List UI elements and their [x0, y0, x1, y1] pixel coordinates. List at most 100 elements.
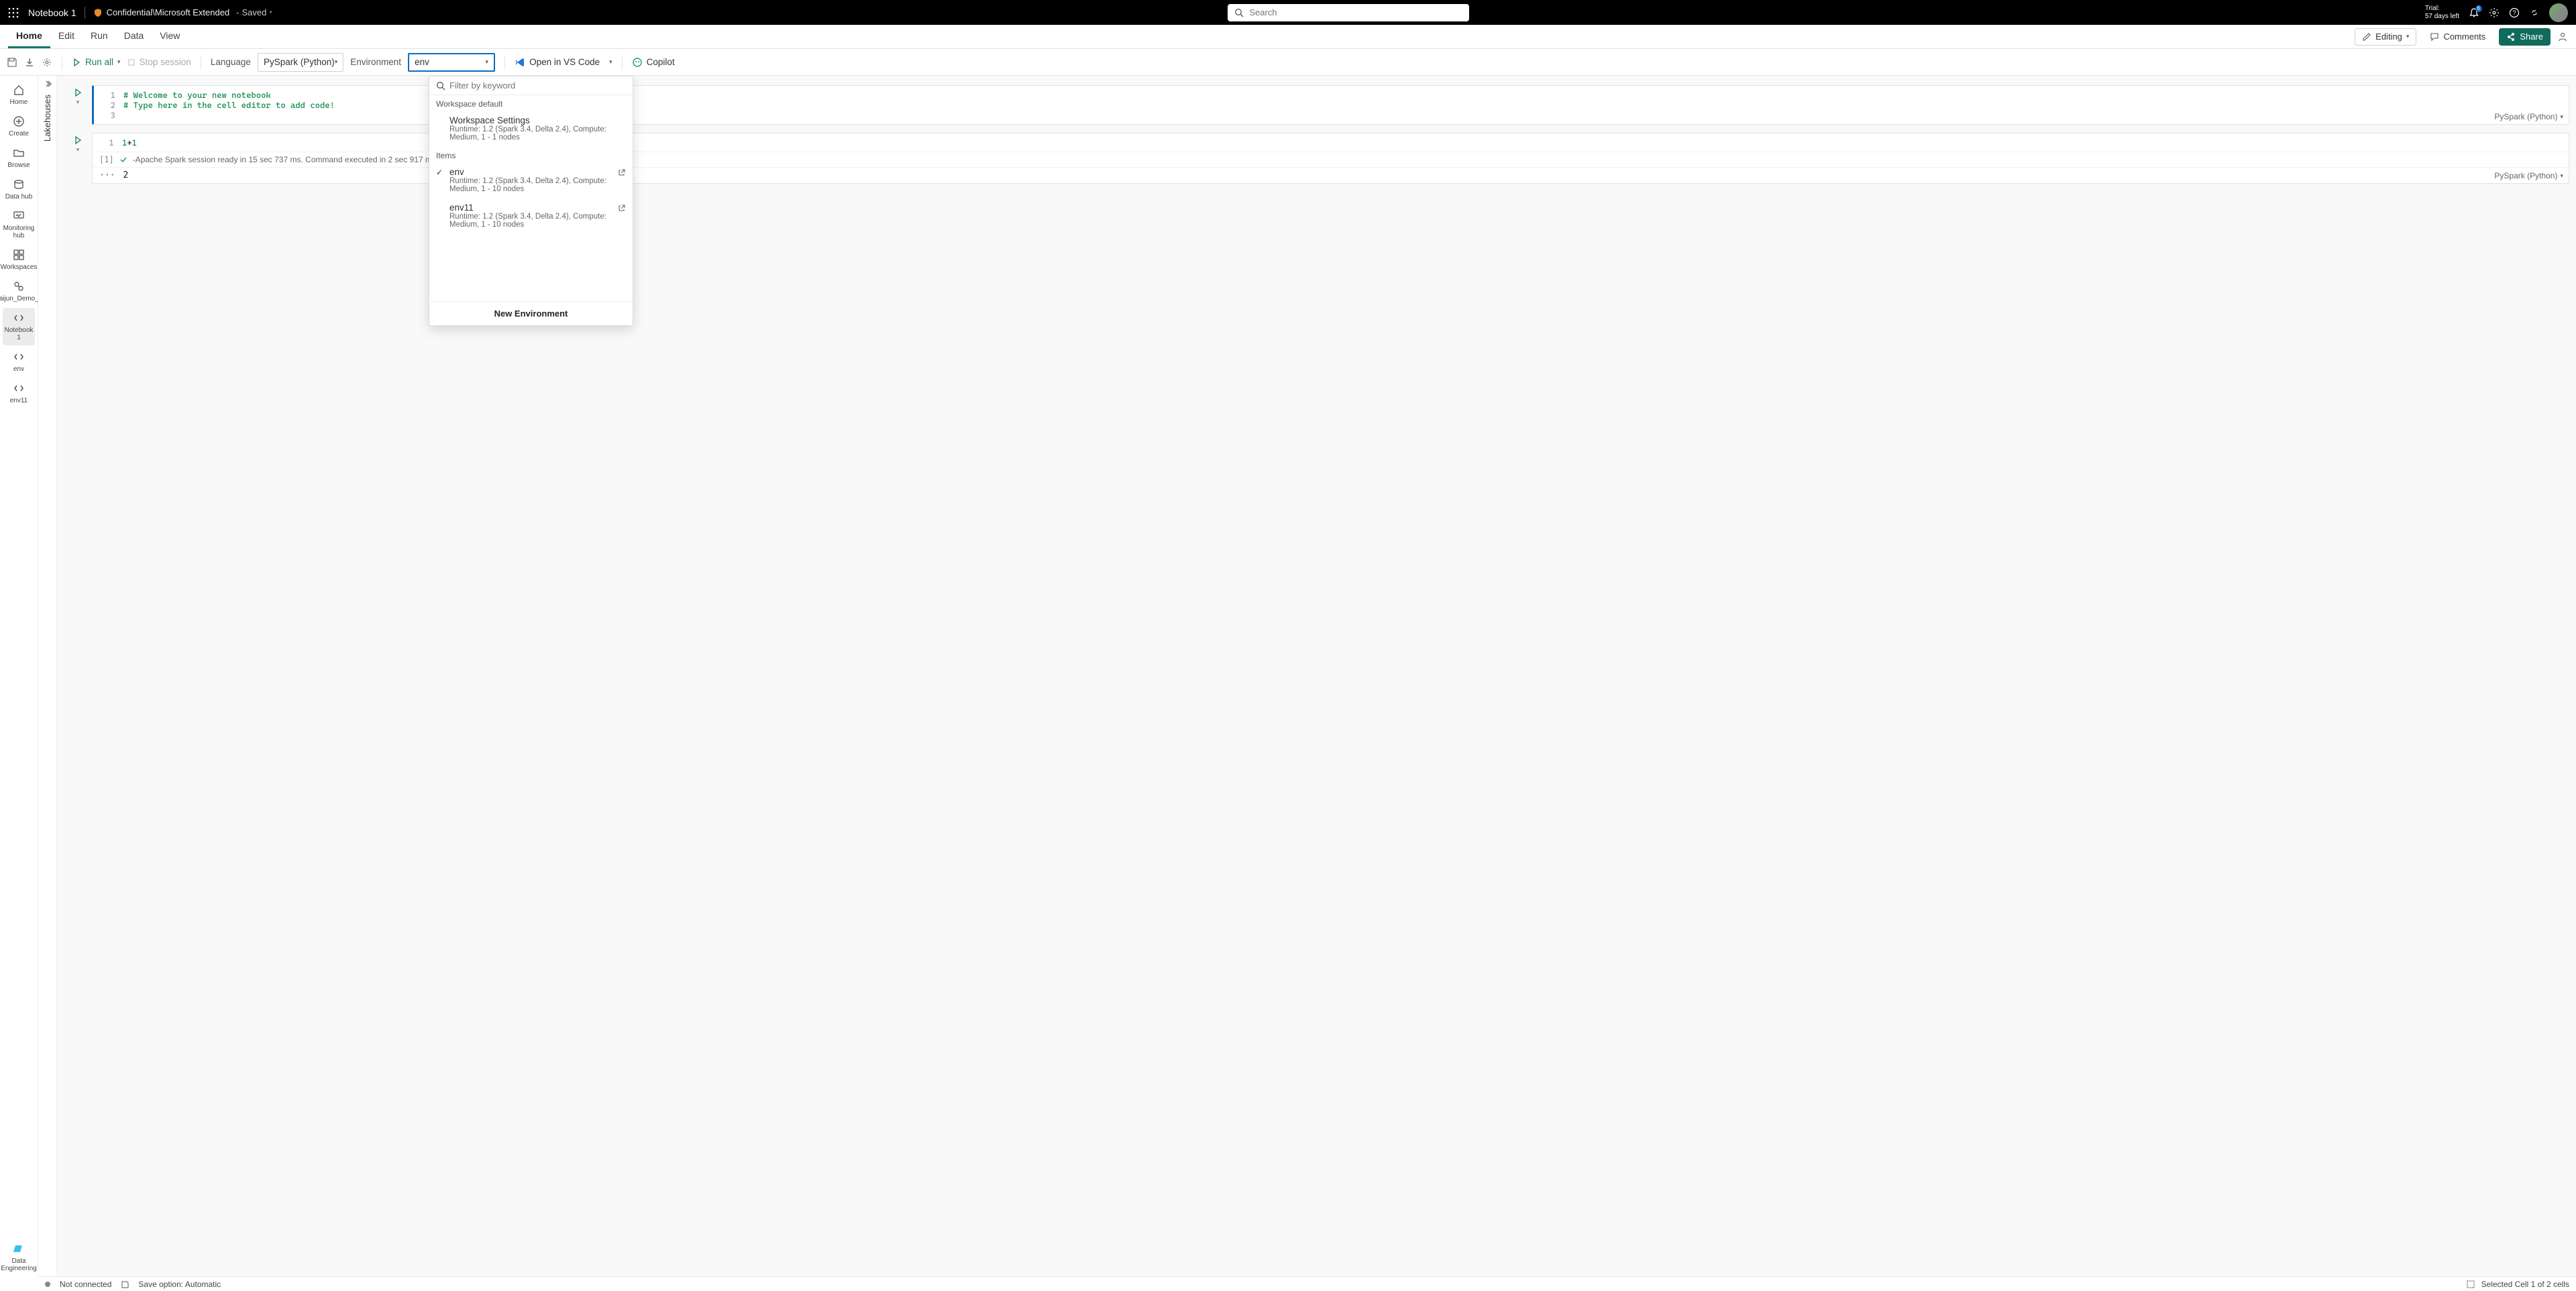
sensitivity-label[interactable]: Confidential\Microsoft Extended — [93, 7, 230, 17]
search-icon — [1234, 8, 1244, 17]
chevron-down-icon[interactable]: ▾ — [76, 146, 80, 154]
chevron-down-icon: ▾ — [335, 58, 338, 66]
execution-id: [1] — [99, 155, 114, 164]
environment-popover: Workspace default Workspace Settings Run… — [429, 76, 633, 326]
share-icon — [2506, 32, 2516, 42]
run-cell-button[interactable] — [73, 88, 83, 97]
open-external-icon[interactable] — [618, 204, 626, 212]
selection-icon — [2467, 1280, 2475, 1288]
lakehouses-panel-collapsed[interactable]: Lakehouses — [38, 76, 57, 1276]
avatar[interactable] — [2549, 3, 2568, 22]
notebook-area: M↓ ··· ▾ 1# Welcome to your new notebook… — [57, 76, 2576, 1276]
download-icon — [24, 57, 35, 68]
profile-sync-button[interactable] — [2557, 32, 2568, 42]
trial-status[interactable]: Trial: 57 days left — [2425, 5, 2459, 21]
toolbar: Run all ▾ Stop session Language PySpark … — [0, 49, 2576, 76]
save-option-status[interactable]: Save option: Automatic — [138, 1280, 221, 1289]
chevron-down-icon: ▾ — [2560, 172, 2563, 180]
open-in-vscode-button[interactable]: Open in VS Code ▾ — [515, 57, 612, 68]
rail-workspaces[interactable]: Workspaces — [3, 245, 35, 275]
open-external-icon[interactable] — [618, 168, 626, 176]
check-icon — [119, 156, 127, 164]
rail-persona[interactable]: Data Engineering — [3, 1239, 35, 1276]
help-button[interactable]: ? — [2509, 7, 2520, 18]
copilot-icon — [632, 57, 643, 68]
tab-edit[interactable]: Edit — [50, 25, 83, 48]
rail-datahub[interactable]: Data hub — [3, 174, 35, 205]
notifications-button[interactable]: 6 — [2469, 7, 2479, 18]
tab-run[interactable]: Run — [83, 25, 116, 48]
code-icon — [13, 312, 25, 324]
chevron-down-icon: ▾ — [117, 58, 121, 66]
editing-mode-button[interactable]: Editing ▾ — [2355, 28, 2416, 46]
save-icon — [121, 1280, 129, 1288]
chevron-down-icon[interactable]: ▾ — [76, 99, 80, 106]
chevron-down-icon: ▾ — [269, 9, 272, 16]
database-icon — [13, 178, 25, 190]
save-icon — [7, 57, 17, 68]
run-cell-button[interactable] — [73, 135, 83, 145]
new-environment-button[interactable]: New Environment — [429, 301, 633, 325]
env-section-default: Workspace default — [429, 95, 633, 111]
notebook-title[interactable]: Notebook 1 — [28, 7, 76, 18]
shield-icon — [93, 8, 103, 17]
lakehouses-label: Lakehouses — [42, 95, 52, 142]
comments-button[interactable]: Comments — [2423, 28, 2492, 46]
share-button[interactable]: Share — [2499, 28, 2551, 46]
rail-home[interactable]: Home — [3, 80, 35, 110]
app-launcher[interactable] — [8, 7, 19, 18]
code-icon — [13, 351, 25, 363]
rail-create[interactable]: Create — [3, 111, 35, 142]
chevron-down-icon: ▾ — [2406, 33, 2410, 40]
output-more-button[interactable]: ··· — [99, 170, 115, 180]
download-button[interactable] — [24, 57, 35, 68]
plus-circle-icon — [13, 115, 25, 127]
separator — [622, 56, 623, 69]
rail-notebook1[interactable]: Notebook 1 — [3, 308, 35, 345]
tab-view[interactable]: View — [152, 25, 188, 48]
rail-env[interactable]: env — [3, 347, 35, 377]
tab-data[interactable]: Data — [116, 25, 152, 48]
code-icon — [13, 382, 25, 394]
link-icon — [2529, 7, 2540, 18]
cell-language-selector[interactable]: PySpark (Python)▾ — [2494, 171, 2563, 180]
env-filter[interactable] — [429, 76, 633, 95]
save-button[interactable] — [7, 57, 17, 68]
stop-icon — [127, 58, 136, 66]
stop-session-button[interactable]: Stop session — [127, 57, 191, 67]
ribbon: Home Edit Run Data View Editing ▾ Commen… — [0, 25, 2576, 49]
language-dropdown[interactable]: PySpark (Python) ▾ — [258, 53, 343, 72]
left-rail: Home Create Browse Data hub Monitoring h… — [0, 76, 38, 1276]
tab-home[interactable]: Home — [8, 25, 50, 48]
sensitivity-text: Confidential\Microsoft Extended — [107, 7, 230, 17]
search-box[interactable] — [1228, 4, 1469, 21]
rail-env11[interactable]: env11 — [3, 378, 35, 408]
settings-button[interactable] — [2489, 7, 2500, 18]
item-icon — [13, 280, 25, 292]
cell-gutter: ▾ — [64, 85, 92, 106]
environment-dropdown[interactable]: env ▾ — [408, 53, 495, 72]
env-item-env[interactable]: env Runtime: 1.2 (Spark 3.4, Delta 2.4),… — [429, 163, 633, 199]
rail-browse[interactable]: Browse — [3, 143, 35, 173]
workspace-icon — [13, 249, 25, 261]
env-filter-input[interactable] — [449, 80, 626, 91]
env-item-env11[interactable]: env11 Runtime: 1.2 (Spark 3.4, Delta 2.4… — [429, 199, 633, 234]
play-icon — [72, 58, 81, 67]
rail-monitor[interactable]: Monitoring hub — [3, 206, 35, 243]
play-icon — [73, 135, 83, 145]
env-item-workspace-settings[interactable]: Workspace Settings Runtime: 1.2 (Spark 3… — [429, 111, 633, 147]
save-status[interactable]: - Saved ▾ — [236, 7, 272, 17]
chevron-down-icon: ▾ — [609, 58, 612, 66]
output-value: 2 — [123, 170, 128, 180]
notification-badge: 6 — [2475, 5, 2482, 12]
pencil-icon — [2362, 32, 2371, 42]
search-input[interactable] — [1249, 7, 1462, 17]
cell-language-selector[interactable]: PySpark (Python)▾ — [2494, 112, 2563, 121]
rail-shuaijun-env[interactable]: Shuaijun_Demo_Env — [3, 276, 35, 306]
run-all-button[interactable]: Run all ▾ — [72, 57, 121, 67]
feedback-button[interactable] — [2529, 7, 2540, 18]
format-button[interactable] — [42, 57, 52, 68]
copilot-button[interactable]: Copilot — [632, 57, 675, 68]
connection-status[interactable]: Not connected — [60, 1280, 111, 1289]
person-icon — [2557, 32, 2568, 42]
